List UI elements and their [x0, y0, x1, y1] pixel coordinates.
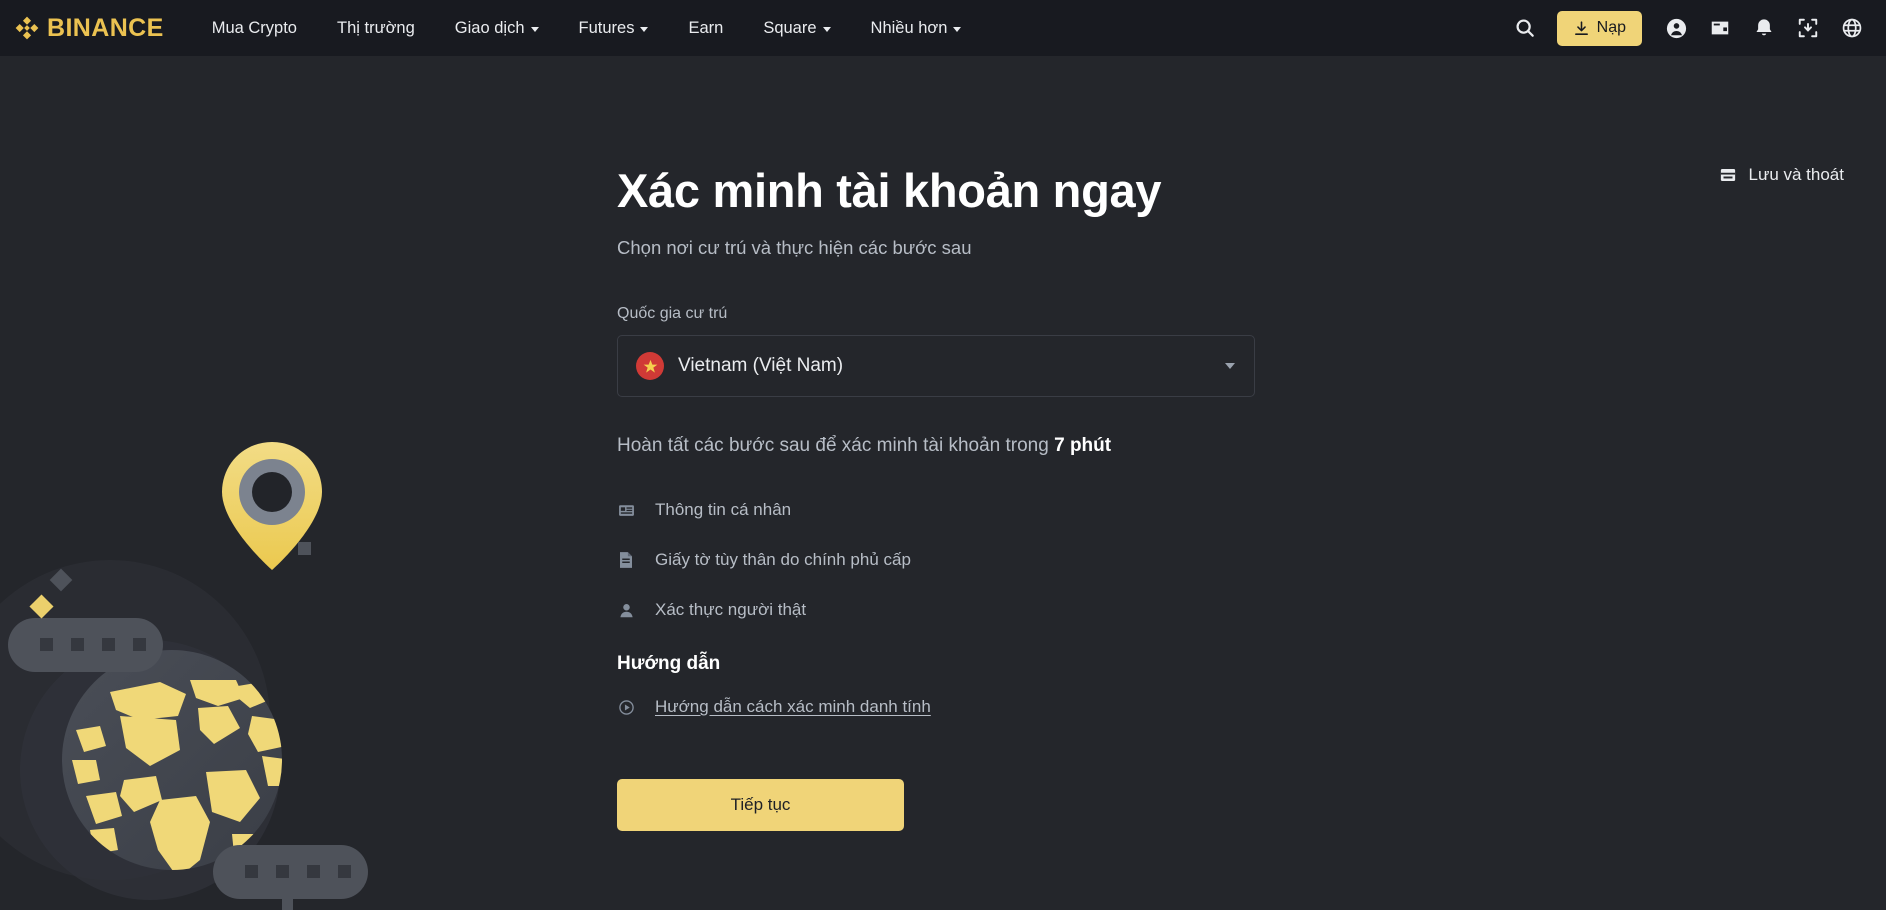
page-subtitle: Chọn nơi cư trú và thực hiện các bước sa…: [617, 237, 972, 258]
nav-item-thi-truong[interactable]: Thị trường: [317, 0, 435, 56]
step-personal-info: Thông tin cá nhân: [617, 485, 1317, 535]
language-globe-icon[interactable]: [1832, 8, 1872, 48]
chevron-down-icon: [822, 26, 831, 32]
step-label: Xác thực người thật: [655, 600, 807, 619]
chevron-down-icon: [530, 26, 539, 32]
nav-label: Earn: [688, 18, 724, 37]
nav-label: Giao dịch: [454, 18, 525, 37]
page-title: Xác minh tài khoản ngay: [617, 164, 1162, 217]
save-exit-icon: [1721, 169, 1736, 181]
save-exit-label: Lưu và thoát: [1748, 165, 1844, 184]
notification-bell-icon[interactable]: [1744, 8, 1784, 48]
binance-wordmark: BINANCE: [47, 13, 164, 42]
user-profile-icon[interactable]: [1656, 8, 1696, 48]
binance-logo[interactable]: BINANCE: [14, 15, 164, 41]
id-card-icon: [617, 502, 635, 519]
vietnam-flag-icon: [636, 352, 664, 380]
nav-item-earn[interactable]: Earn: [668, 0, 743, 56]
search-icon[interactable]: [1505, 8, 1545, 48]
globe-location-illustration: [0, 442, 368, 910]
nav-label: Mua Crypto: [211, 18, 297, 37]
step-label: Giấy tờ tùy thân do chính phủ cấp: [655, 550, 911, 569]
country-field-label: Quốc gia cư trú: [617, 305, 728, 322]
document-icon: [617, 551, 635, 569]
person-icon: [617, 602, 635, 619]
nav-label: Thị trường: [336, 18, 415, 37]
country-select[interactable]: Vietnam (Việt Nam): [617, 335, 1255, 397]
top-header: BINANCE Mua Crypto Thị trường Giao dịch …: [0, 0, 1886, 56]
wallet-icon[interactable]: [1700, 8, 1740, 48]
binance-logo-icon: [15, 16, 39, 40]
kyc-main-content: Xác minh tài khoản ngay Chọn nơi cư trú …: [617, 56, 1317, 831]
nav-item-futures[interactable]: Futures: [559, 0, 669, 56]
chevron-down-icon: [640, 26, 649, 32]
nav-item-nhieu-hon[interactable]: Nhiều hơn: [851, 0, 982, 56]
header-actions: Nạp: [1505, 8, 1872, 48]
chevron-down-icon: [1225, 363, 1235, 369]
nav-item-giao-dich[interactable]: Giao dịch: [435, 0, 559, 56]
save-and-exit-button[interactable]: Lưu và thoát: [1719, 165, 1844, 185]
step-liveness-check: Xác thực người thật: [617, 585, 1317, 635]
deposit-button[interactable]: Nạp: [1556, 10, 1642, 46]
steps-list: Thông tin cá nhân Giấy tờ tùy thân do ch…: [617, 485, 1317, 635]
nav-label: Futures: [578, 18, 635, 37]
nav-item-square[interactable]: Square: [743, 0, 850, 56]
guide-section-title: Hướng dẫn: [617, 653, 721, 674]
step-government-id: Giấy tờ tùy thân do chính phủ cấp: [617, 535, 1317, 585]
download-app-icon[interactable]: [1788, 8, 1828, 48]
nav-label: Square: [763, 18, 817, 37]
steps-intro-time: 7 phút: [1054, 435, 1112, 456]
play-circle-icon: [617, 699, 635, 716]
country-select-value: Vietnam (Việt Nam): [678, 355, 844, 376]
nav-item-mua-crypto[interactable]: Mua Crypto: [192, 0, 317, 56]
deposit-label: Nạp: [1596, 19, 1626, 36]
download-icon: [1574, 20, 1588, 35]
main-nav: Mua Crypto Thị trường Giao dịch Futures …: [192, 0, 982, 56]
guide-link-row[interactable]: Hướng dẫn cách xác minh danh tính: [617, 697, 1317, 717]
steps-intro: Hoàn tất các bước sau để xác minh tài kh…: [617, 435, 1317, 457]
steps-intro-prefix: Hoàn tất các bước sau để xác minh tài kh…: [617, 435, 1055, 456]
step-label: Thông tin cá nhân: [655, 500, 792, 519]
nav-label: Nhiều hơn: [870, 18, 948, 37]
continue-button[interactable]: Tiếp tục: [617, 779, 904, 831]
chevron-down-icon: [953, 26, 962, 32]
guide-link-label: Hướng dẫn cách xác minh danh tính: [655, 697, 931, 716]
